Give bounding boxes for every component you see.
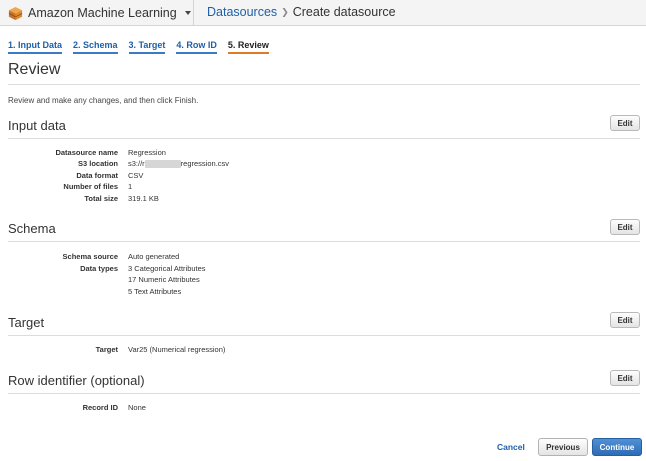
detail-label: Record ID bbox=[82, 403, 118, 412]
detail-row: S3 location s3://r regression.csv bbox=[0, 159, 646, 170]
breadcrumb-datasources-link[interactable]: Datasources bbox=[207, 5, 277, 19]
continue-button[interactable]: Continue bbox=[592, 438, 642, 456]
detail-label: Data types bbox=[80, 264, 118, 273]
section-title-input-data: Input data bbox=[8, 118, 66, 133]
detail-row: Datasource name Regression bbox=[0, 148, 646, 159]
detail-label: Target bbox=[95, 345, 118, 354]
edit-target-button[interactable]: Edit bbox=[610, 312, 640, 328]
detail-value: 17 Numeric Attributes bbox=[128, 275, 200, 284]
detail-label: S3 location bbox=[77, 159, 118, 168]
s3-location-value: s3://r regression.csv bbox=[128, 159, 230, 169]
detail-row: Total size 319.1 KB bbox=[0, 194, 646, 205]
section-title-target: Target bbox=[8, 315, 45, 330]
edit-row-identifier-button[interactable]: Edit bbox=[610, 370, 640, 386]
page-title: Review bbox=[8, 61, 61, 78]
detail-value: Var25 (Numerical regression) bbox=[128, 345, 226, 354]
step-target[interactable]: 3. Target bbox=[128, 40, 166, 54]
step-input-data[interactable]: 1. Input Data bbox=[8, 40, 63, 54]
detail-row: Record ID None bbox=[0, 403, 646, 414]
cube-icon bbox=[8, 6, 23, 20]
divider bbox=[8, 335, 640, 336]
cancel-link[interactable]: Cancel bbox=[497, 442, 525, 452]
previous-button[interactable]: Previous bbox=[538, 438, 588, 456]
detail-value: Regression bbox=[128, 148, 166, 157]
chevron-down-icon bbox=[184, 11, 191, 15]
edit-input-data-button[interactable]: Edit bbox=[610, 115, 640, 131]
detail-label: Number of files bbox=[63, 182, 118, 191]
detail-value: 319.1 KB bbox=[128, 194, 159, 203]
detail-row: Schema source Auto generated bbox=[0, 252, 646, 263]
wizard-steps: 1. Input Data 2. Schema 3. Target 4. Row… bbox=[8, 40, 269, 54]
detail-row: Data format CSV bbox=[0, 171, 646, 182]
detail-value: 3 Categorical Attributes bbox=[128, 264, 206, 273]
detail-label: Data format bbox=[76, 171, 118, 180]
detail-value: 5 Text Attributes bbox=[128, 287, 182, 296]
chevron-right-icon: ❯ bbox=[281, 6, 289, 17]
section-title-schema: Schema bbox=[8, 221, 56, 236]
detail-row: 17 Numeric Attributes bbox=[0, 275, 646, 286]
detail-label: Total size bbox=[84, 194, 118, 203]
divider bbox=[8, 393, 640, 394]
header-divider bbox=[193, 0, 194, 26]
detail-row: Target Var25 (Numerical regression) bbox=[0, 345, 646, 356]
divider bbox=[8, 84, 640, 85]
s3-path-prefix: s3://r bbox=[128, 159, 145, 168]
detail-value: 1 bbox=[128, 182, 133, 191]
detail-value: None bbox=[128, 403, 146, 412]
detail-label: Schema source bbox=[62, 252, 118, 261]
app-name: Amazon Machine Learning bbox=[28, 6, 177, 20]
detail-row: 5 Text Attributes bbox=[0, 287, 646, 298]
step-review[interactable]: 5. Review bbox=[227, 40, 269, 54]
divider bbox=[8, 138, 640, 139]
detail-value: Auto generated bbox=[128, 252, 180, 261]
step-schema[interactable]: 2. Schema bbox=[73, 40, 118, 54]
breadcrumb: Datasources ❯ Create datasource bbox=[207, 5, 396, 19]
top-navigation-bar: Amazon Machine Learning Datasources ❯ Cr… bbox=[0, 0, 646, 26]
step-row-id[interactable]: 4. Row ID bbox=[176, 40, 217, 54]
detail-value: CSV bbox=[128, 171, 144, 180]
breadcrumb-current: Create datasource bbox=[292, 5, 396, 19]
s3-path-suffix: regression.csv bbox=[180, 159, 230, 168]
divider bbox=[8, 241, 640, 242]
detail-label: Datasource name bbox=[55, 148, 118, 157]
redacted-block bbox=[144, 160, 181, 169]
detail-row: Number of files 1 bbox=[0, 182, 646, 193]
section-title-row-identifier: Row identifier (optional) bbox=[8, 373, 145, 388]
intro-text: Review and make any changes, and then cl… bbox=[8, 96, 199, 105]
detail-row: Data types 3 Categorical Attributes bbox=[0, 264, 646, 275]
app-switcher[interactable]: Amazon Machine Learning bbox=[8, 3, 191, 23]
edit-schema-button[interactable]: Edit bbox=[610, 219, 640, 235]
